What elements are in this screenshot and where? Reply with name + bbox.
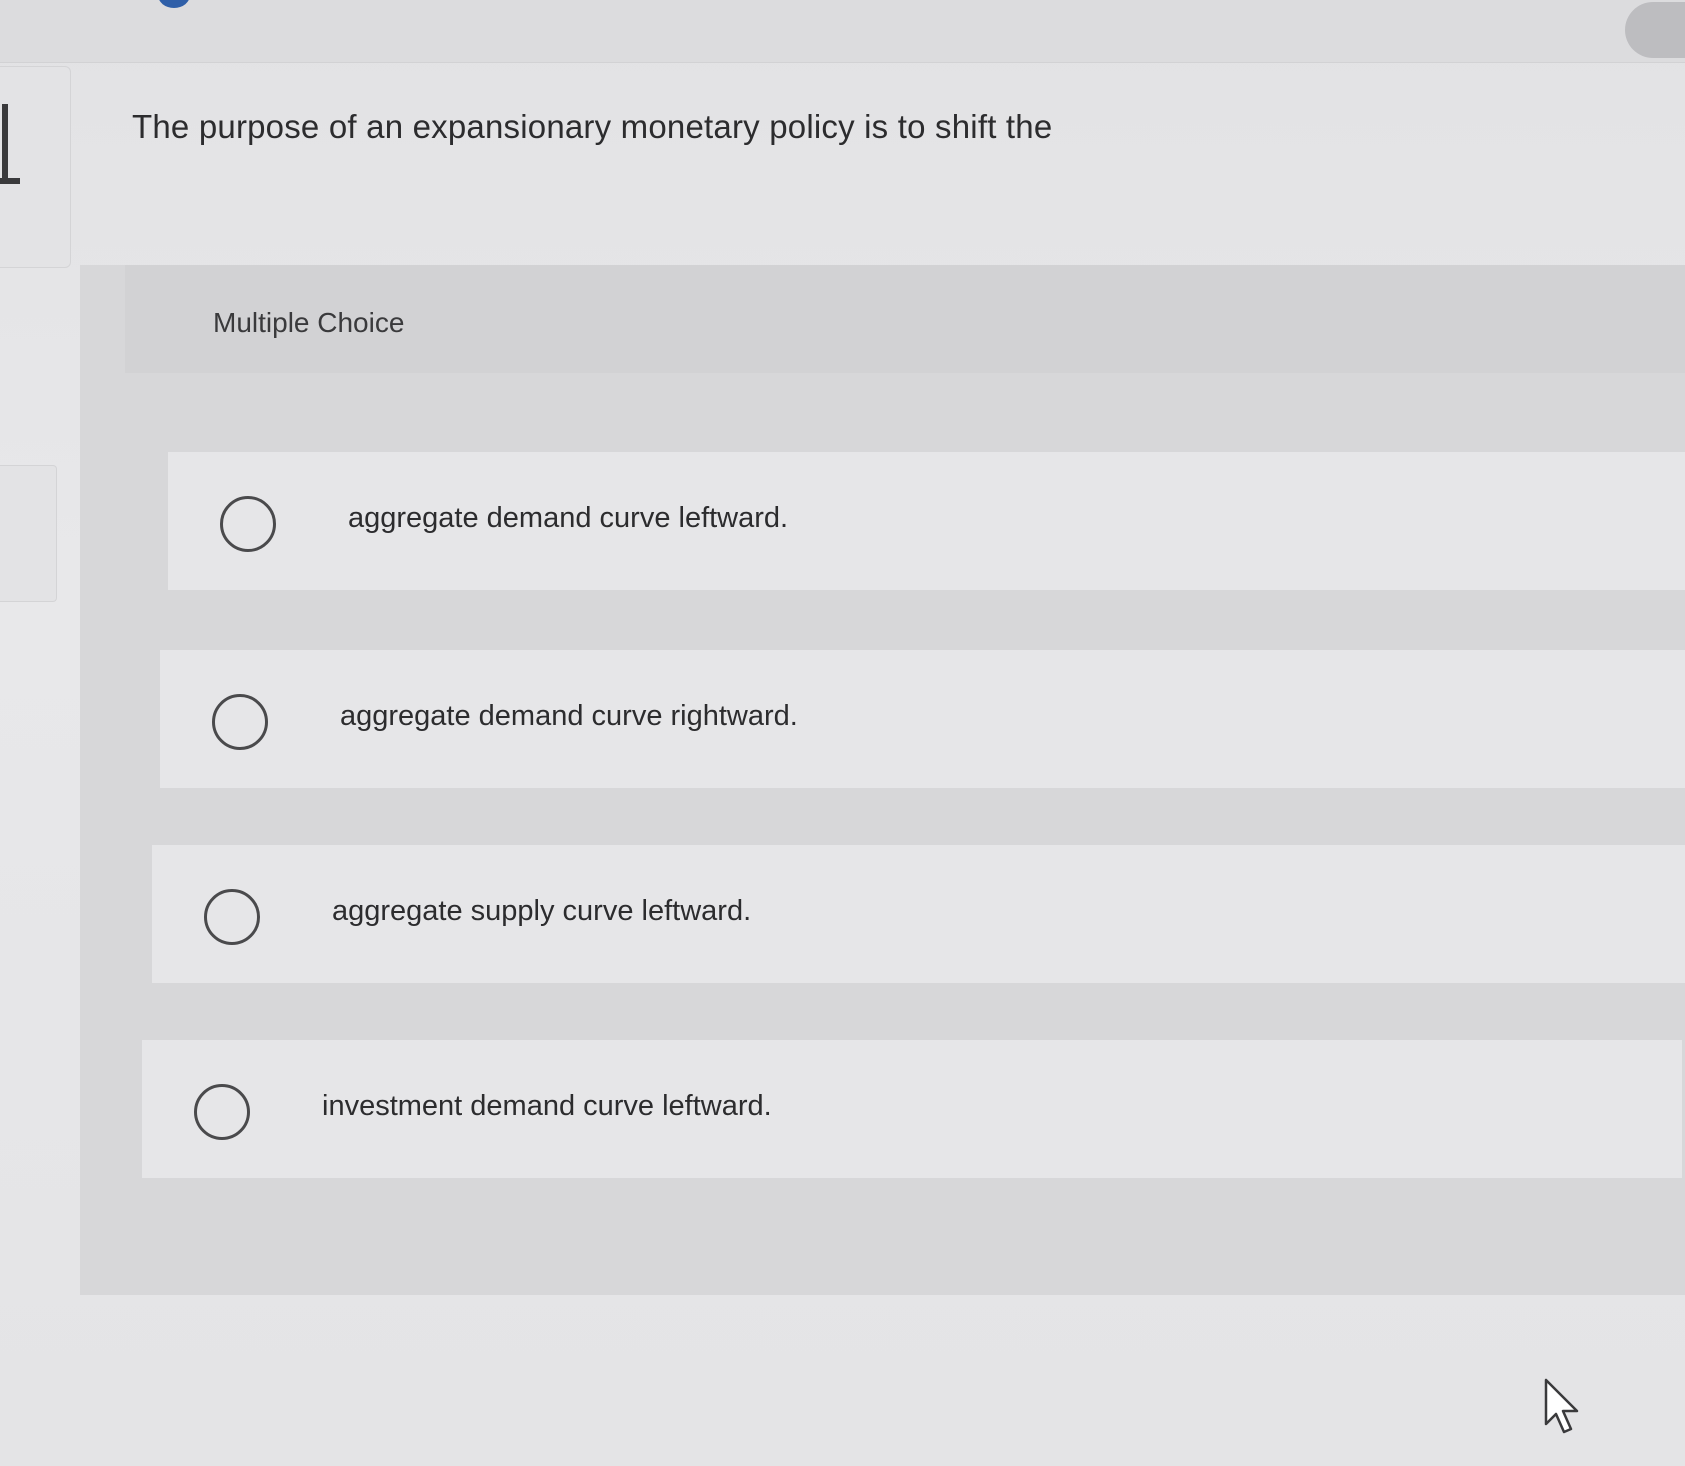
- avatar[interactable]: [158, 0, 190, 8]
- mouse-pointer-icon: [1544, 1378, 1579, 1434]
- choice-option-label: aggregate supply curve leftward.: [332, 895, 752, 927]
- question-text: The purpose of an expansionary monetary …: [132, 108, 1053, 145]
- choice-option-label: investment demand curve leftward.: [322, 1090, 772, 1122]
- side-panel-tab[interactable]: [0, 465, 57, 602]
- multiple-choice-label: Multiple Choice: [213, 307, 405, 338]
- quiz-page: The purpose of an expansionary monetary …: [0, 0, 1685, 1466]
- choice-option-a[interactable]: aggregate demand curve leftward.: [168, 452, 1685, 590]
- radio-button-icon[interactable]: [220, 496, 276, 552]
- choice-option-c[interactable]: aggregate supply curve leftward.: [152, 845, 1685, 983]
- radio-button-icon[interactable]: [212, 694, 268, 750]
- top-right-button[interactable]: [1625, 2, 1685, 58]
- choice-option-d[interactable]: investment demand curve leftward.: [142, 1040, 1682, 1178]
- choice-option-label: aggregate demand curve leftward.: [348, 502, 789, 534]
- radio-button-icon[interactable]: [204, 889, 260, 945]
- choice-option-label: aggregate demand curve rightward.: [340, 700, 798, 732]
- question-marker-icon: [0, 104, 20, 184]
- choice-option-b[interactable]: aggregate demand curve rightward.: [160, 650, 1685, 788]
- top-bar: [0, 0, 1685, 63]
- radio-button-icon[interactable]: [194, 1084, 250, 1140]
